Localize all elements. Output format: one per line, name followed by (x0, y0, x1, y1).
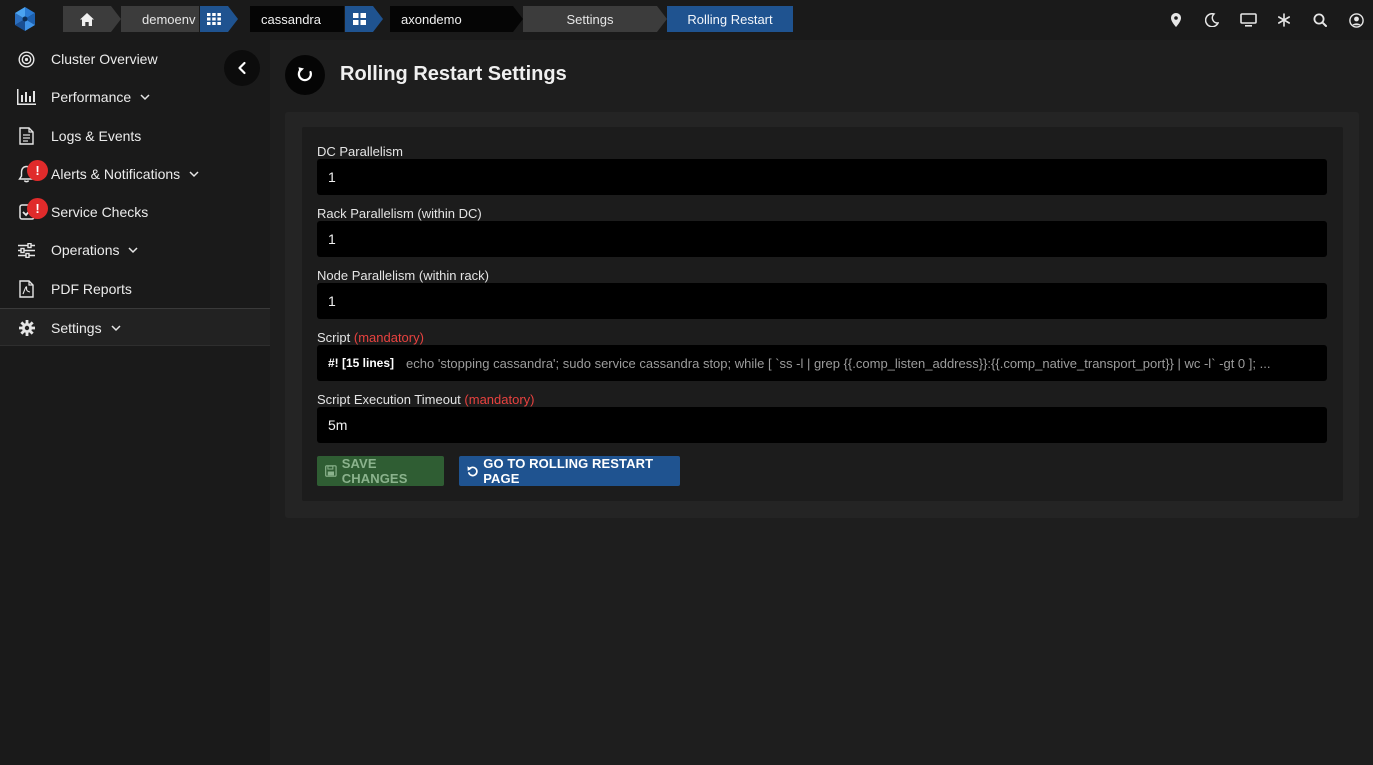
chevron-down-icon (111, 325, 121, 332)
dc-parallelism-label: DC Parallelism (317, 144, 403, 159)
sidebar-item-service-checks[interactable]: ! Service Checks (0, 193, 270, 231)
search-icon[interactable] (1311, 11, 1329, 29)
environment-apps-button[interactable] (200, 6, 228, 32)
breadcrumb-separator (228, 6, 238, 32)
sidebar-item-label: Logs & Events (51, 128, 142, 144)
app-logo-icon[interactable] (12, 6, 38, 32)
chevron-down-icon (128, 247, 138, 254)
sidebar-item-label: Cluster Overview (51, 51, 158, 67)
chevron-down-icon (140, 94, 150, 101)
chevron-left-icon (238, 61, 246, 75)
gear-icon (17, 319, 36, 337)
timeout-input[interactable]: 5m (317, 407, 1327, 443)
sidebar-item-label: Service Checks (51, 204, 149, 220)
save-changes-button[interactable]: SAVE CHANGES (317, 456, 444, 486)
breadcrumb-rolling-restart[interactable]: Rolling Restart (667, 6, 793, 32)
rack-parallelism-label-text: Rack Parallelism (within DC) (317, 206, 482, 221)
sidebar-item-operations[interactable]: Operations (0, 231, 270, 269)
dc-parallelism-label-text: DC Parallelism (317, 144, 403, 159)
floppy-disk-icon (325, 465, 337, 477)
sidebar-item-settings[interactable]: Settings (0, 308, 270, 346)
node-parallelism-input[interactable]: 1 (317, 283, 1327, 319)
page-title: Rolling Restart Settings (340, 63, 567, 85)
user-icon[interactable] (1347, 11, 1365, 29)
breadcrumb-current-label: Rolling Restart (687, 11, 773, 27)
alert-badge: ! (27, 160, 48, 181)
top-bar: demoenv cassandra axondemo Settings Roll… (0, 0, 1373, 40)
script-line-count: #! [15 lines] (328, 356, 395, 370)
script-editor[interactable]: #! [15 lines] echo 'stopping cassandra';… (317, 345, 1327, 381)
script-preview: echo 'stopping cassandra'; sudo service … (406, 355, 1271, 371)
sidebar-item-label: Alerts & Notifications (51, 166, 181, 182)
sidebar-item-label: Settings (51, 320, 102, 336)
sidebar-item-alerts-notifications[interactable]: ! Alerts & Notifications (0, 155, 270, 193)
go-to-rolling-restart-label: GO TO ROLLING RESTART PAGE (483, 456, 654, 486)
breadcrumb-separator (513, 6, 523, 32)
location-pin-icon[interactable] (1167, 11, 1185, 29)
node-parallelism-label-text: Node Parallelism (within rack) (317, 268, 489, 283)
rolling-restart-icon (285, 55, 325, 95)
sidebar-item-label: PDF Reports (51, 281, 132, 297)
script-label: Script (mandatory) (317, 330, 424, 345)
breadcrumb-environment-label: demoenv (142, 11, 196, 27)
service-check-badge: ! (27, 198, 48, 219)
pdf-icon (17, 280, 36, 298)
sliders-icon (17, 241, 36, 259)
sidebar-item-logs-events[interactable]: Logs & Events (0, 117, 270, 155)
save-changes-label: SAVE CHANGES (341, 456, 408, 486)
sidebar-item-label: Performance (51, 89, 132, 105)
undo-icon (467, 466, 478, 477)
collapse-sidebar-button[interactable] (224, 50, 260, 86)
moon-icon[interactable] (1203, 11, 1221, 29)
breadcrumb-cluster-type-label: cassandra (261, 11, 321, 27)
document-icon (17, 127, 36, 145)
timeout-label-text: Script Execution Timeout (317, 392, 461, 407)
breadcrumb-cluster-label: axondemo (401, 11, 462, 27)
chevron-down-icon (189, 171, 199, 178)
go-to-rolling-restart-button[interactable]: GO TO ROLLING RESTART PAGE (459, 456, 680, 486)
sidebar-item-performance[interactable]: Performance (0, 78, 270, 116)
script-label-text: Script (317, 330, 351, 345)
monitor-icon[interactable] (1239, 11, 1257, 29)
breadcrumb-cluster-type[interactable]: cassandra (250, 6, 344, 32)
breadcrumb-settings[interactable]: Settings (523, 6, 657, 32)
breadcrumb-separator (657, 6, 667, 32)
snowflake-icon[interactable] (1275, 11, 1293, 29)
cluster-type-apps-button[interactable] (345, 6, 373, 32)
breadcrumb-cluster[interactable]: axondemo (390, 6, 513, 32)
bar-chart-icon (17, 88, 36, 106)
breadcrumb-separator (111, 6, 121, 32)
rack-parallelism-input[interactable]: 1 (317, 221, 1327, 257)
timeout-label: Script Execution Timeout (mandatory) (317, 392, 535, 407)
timeout-required-marker: (mandatory) (464, 392, 535, 407)
breadcrumb-settings-label: Settings (566, 11, 614, 27)
grid-icon (207, 13, 221, 25)
sidebar-item-label: Operations (51, 242, 120, 258)
rack-parallelism-label: Rack Parallelism (within DC) (317, 206, 482, 221)
home-icon (80, 12, 94, 26)
breadcrumb-environment[interactable]: demoenv (121, 6, 199, 32)
breadcrumb-home[interactable] (63, 6, 111, 32)
node-parallelism-label: Node Parallelism (within rack) (317, 268, 489, 283)
script-required-marker: (mandatory) (353, 330, 424, 345)
sidebar-item-pdf-reports[interactable]: PDF Reports (0, 270, 270, 308)
tiles-icon (352, 13, 366, 25)
dc-parallelism-input[interactable]: 1 (317, 159, 1327, 195)
breadcrumb-separator (373, 6, 383, 32)
sidebar: Cluster Overview Performance Logs & Even… (0, 40, 270, 765)
target-icon (17, 50, 36, 68)
